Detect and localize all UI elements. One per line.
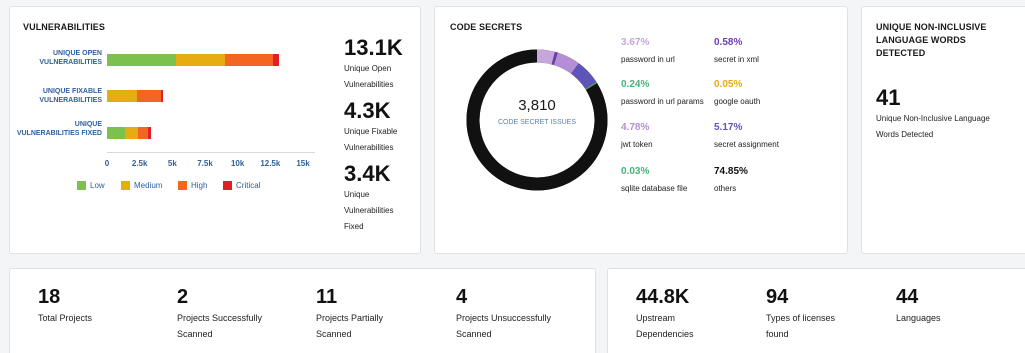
- secret-name: google oauth: [714, 97, 761, 106]
- legend-label: Critical: [236, 181, 261, 190]
- donut-slice-password-in-url[interactable]: [536, 49, 555, 65]
- projects-success-label-2: Scanned: [177, 329, 213, 339]
- projects-failed-label-1: Projects Unsuccessfully: [456, 313, 552, 323]
- x-tick-label: 2.5k: [131, 159, 148, 168]
- open-vuln-count: 13.1K: [344, 35, 403, 60]
- non-inclusive-label-1: Unique Non-Inclusive Language: [876, 114, 990, 123]
- bar-segment-critical[interactable]: [147, 127, 152, 139]
- upstream-deps-label-1: Upstream: [636, 313, 676, 323]
- legend-label: Medium: [134, 181, 163, 190]
- x-tick-label: 5k: [167, 159, 177, 168]
- bar-segment-critical[interactable]: [272, 54, 279, 66]
- secret-name: secret in xml: [714, 55, 759, 64]
- non-inclusive-title-1: UNIQUE NON-INCLUSIVE: [876, 22, 987, 32]
- legend-item-high[interactable]: High: [178, 181, 207, 190]
- non-inclusive-label-2: Words Detected: [876, 130, 934, 139]
- bar-label-fixable: UNIQUE FIXABLE VULNERABILITIES: [39, 88, 102, 104]
- legend-item-low[interactable]: Low: [77, 181, 105, 190]
- bar-segment-low[interactable]: [107, 127, 126, 139]
- x-tick-label: 12.5k: [260, 159, 281, 168]
- donut-total: 3,810: [518, 97, 556, 114]
- secret-name: others: [714, 184, 737, 193]
- non-inclusive-card: UNIQUE NON-INCLUSIVE LANGUAGE WORDS DETE…: [861, 6, 1025, 254]
- fixed-vuln-count: 3.4K: [344, 161, 391, 186]
- license-types-label-2: found: [766, 329, 789, 339]
- secret-name: jwt token: [621, 140, 653, 149]
- bar-segment-medium[interactable]: [125, 127, 139, 139]
- bar-segment-low[interactable]: [107, 54, 177, 66]
- non-inclusive-title-2: LANGUAGE WORDS: [876, 35, 966, 45]
- secret-pct: 3.67%: [621, 37, 650, 48]
- projects-partial-label-2: Scanned: [316, 329, 352, 339]
- secret-pct: 0.24%: [621, 79, 650, 90]
- upstream-deps-label-2: Dependencies: [636, 329, 694, 339]
- projects-success-label-1: Projects Successfully: [177, 313, 263, 323]
- secret-name: password in url: [621, 55, 675, 64]
- total-projects-label: Total Projects: [38, 313, 93, 323]
- x-tick-label: 7.5k: [197, 159, 213, 168]
- license-types-count: 94: [766, 286, 789, 308]
- x-tick-label: 0: [104, 159, 110, 168]
- projects-success-count: 2: [177, 286, 189, 308]
- legend-swatch: [223, 181, 232, 190]
- donut-slice-secret-in-xml[interactable]: [551, 51, 558, 66]
- projects-partial-label-1: Projects Partially: [316, 313, 384, 323]
- open-vuln-label-1: Unique Open: [344, 64, 392, 73]
- secret-pct: 4.78%: [621, 122, 650, 133]
- secret-pct: 5.17%: [714, 122, 743, 133]
- license-types-label-1: Types of licenses: [766, 313, 836, 323]
- bar-label-fixed: UNIQUE VULNERABILITIES FIXED: [16, 121, 102, 137]
- legend-swatch: [77, 181, 86, 190]
- secret-pct: 0.58%: [714, 37, 743, 48]
- x-tick-label: 15k: [296, 159, 310, 168]
- bar-segment-medium[interactable]: [107, 90, 138, 102]
- legend-swatch: [121, 181, 130, 190]
- languages-label: Languages: [896, 313, 941, 323]
- secret-pct: 0.03%: [621, 166, 650, 177]
- fixable-vuln-label-1: Unique Fixable: [344, 127, 398, 136]
- projects-card: 18 Total Projects 2 Projects Successfull…: [9, 268, 596, 353]
- secret-name: password in url params: [621, 97, 704, 106]
- dependencies-card: 44.8K Upstream Dependencies 94 Types of …: [607, 268, 1025, 353]
- donut-slice-password-in-url-params[interactable]: [585, 81, 597, 90]
- vulnerabilities-card: VULNERABILITIES UNIQUE OPEN VULNERABILIT…: [9, 6, 421, 254]
- x-axis-line: [107, 152, 315, 153]
- secret-name: secret assignment: [714, 140, 779, 149]
- open-vuln-label-2: Vulnerabilities: [344, 80, 394, 89]
- secret-pct: 74.85%: [714, 166, 748, 177]
- fixed-vuln-label-3: Fixed: [344, 222, 364, 231]
- secret-name: sqlite database file: [621, 184, 688, 193]
- bar-segment-high[interactable]: [224, 54, 273, 66]
- fixed-vuln-label-1: Unique: [344, 190, 370, 199]
- bar-label-open: UNIQUE OPEN VULNERABILITIES: [39, 50, 102, 66]
- projects-failed-label-2: Scanned: [456, 329, 492, 339]
- projects-failed-count: 4: [456, 286, 468, 308]
- vulnerabilities-title: VULNERABILITIES: [23, 22, 106, 32]
- bar-segment-critical[interactable]: [160, 90, 164, 102]
- languages-count: 44: [896, 286, 919, 308]
- donut-slice-secret-assignment[interactable]: [570, 63, 597, 90]
- donut-slice-jwt-token[interactable]: [553, 52, 579, 74]
- bar-segment-high[interactable]: [138, 127, 148, 139]
- legend-label: High: [191, 181, 208, 190]
- bar-segment-high[interactable]: [137, 90, 161, 102]
- fixable-vuln-label-2: Vulnerabilities: [344, 143, 394, 152]
- code-secrets-card: CODE SECRETS 3,810 CODE SECRET ISSUES 3.…: [434, 6, 848, 254]
- fixable-vuln-count: 4.3K: [344, 98, 391, 123]
- projects-partial-count: 11: [316, 286, 338, 308]
- secret-pct: 0.05%: [714, 79, 743, 90]
- legend-label: Low: [90, 181, 105, 190]
- upstream-deps-count: 44.8K: [636, 286, 690, 308]
- code-secrets-title: CODE SECRETS: [450, 22, 523, 32]
- donut-center-label: CODE SECRET ISSUES: [497, 119, 577, 126]
- legend-item-medium[interactable]: Medium: [121, 181, 162, 190]
- legend-swatch: [178, 181, 187, 190]
- legend-item-critical[interactable]: Critical: [223, 181, 260, 190]
- x-tick-label: 10k: [230, 159, 245, 168]
- bar-segment-medium[interactable]: [176, 54, 225, 66]
- fixed-vuln-label-2: Vulnerabilities: [344, 206, 394, 215]
- total-projects-count: 18: [38, 286, 61, 308]
- non-inclusive-title-3: DETECTED: [876, 48, 926, 58]
- non-inclusive-count: 41: [876, 85, 901, 110]
